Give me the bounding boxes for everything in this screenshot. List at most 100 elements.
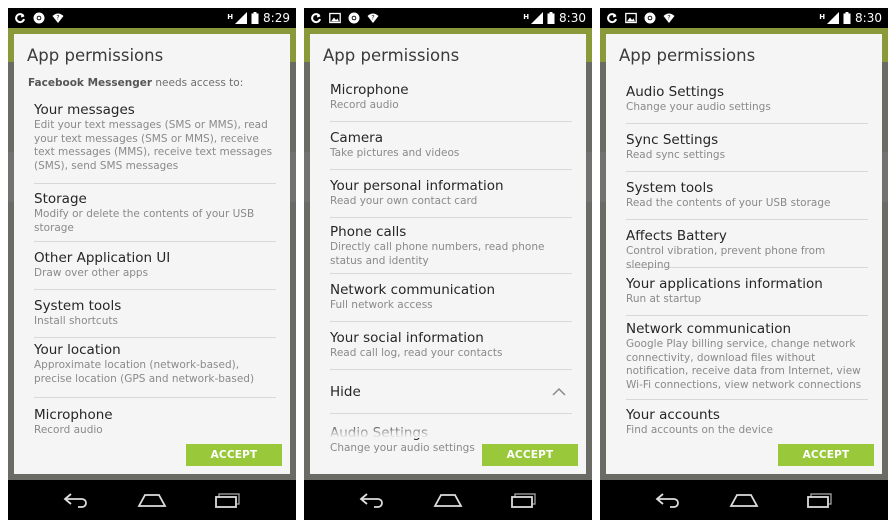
permission-item: System tools Install shortcuts — [34, 290, 276, 338]
permission-title: Audio Settings — [626, 84, 725, 100]
dialog-title: App permissions — [619, 46, 756, 65]
network-type: H — [819, 13, 826, 21]
accept-button[interactable]: ACCEPT — [186, 444, 282, 466]
permission-title: Your applications information — [626, 276, 823, 292]
home-icon[interactable] — [729, 490, 759, 510]
network-type: H — [523, 13, 530, 21]
clock: 8:30 — [559, 11, 586, 25]
permission-desc: Directly call phone numbers, read phone … — [330, 241, 545, 267]
phone-screen-2: ? H 8:30 App permissions Microphone Reco… — [304, 8, 592, 520]
permission-title: System tools — [626, 180, 714, 196]
needs-access-text: Facebook Messenger needs access to: — [28, 77, 243, 89]
status-bar: ? H 8:29 — [8, 8, 296, 28]
permission-desc: Read sync settings — [626, 149, 726, 161]
permission-item: Sync Settings Read sync settings — [626, 124, 868, 172]
chrome-icon — [33, 12, 45, 24]
clock: 8:29 — [263, 11, 290, 25]
app-name: Facebook Messenger — [28, 77, 153, 89]
permission-title: Your personal information — [330, 178, 504, 194]
permission-item: Storage Modify or delete the contents of… — [34, 184, 276, 242]
permission-title: Camera — [330, 130, 383, 146]
permission-desc: Install shortcuts — [34, 315, 118, 327]
permission-desc: Edit your text messages (SMS or MMS), re… — [34, 119, 273, 172]
back-icon[interactable] — [357, 490, 387, 510]
sync-icon — [311, 13, 321, 24]
permission-item: Microphone Record audio — [34, 398, 276, 442]
dialog-title: App permissions — [323, 46, 460, 65]
permission-desc: Read the contents of your USB storage — [626, 197, 831, 209]
permission-item: Your applications information Run at sta… — [626, 268, 868, 316]
permission-title: Your accounts — [626, 407, 720, 423]
permission-title: Your messages — [34, 102, 135, 118]
sync-icon — [607, 13, 617, 24]
permission-item: Phone calls Directly call phone numbers,… — [330, 218, 572, 274]
permission-desc: Read call log, read your contacts — [330, 347, 503, 359]
permission-item: Your personal information Read your own … — [330, 170, 572, 218]
permission-title: Storage — [34, 191, 87, 207]
permission-desc: Take pictures and videos — [330, 147, 460, 159]
svg-text:?: ? — [371, 15, 374, 22]
permission-list[interactable]: Audio Settings Change your audio setting… — [606, 76, 882, 444]
navigation-bar — [304, 480, 592, 520]
permissions-dialog: App permissions Facebook Messenger needs… — [14, 34, 290, 474]
permission-desc: Record audio — [330, 99, 399, 111]
permission-title: Sync Settings — [626, 132, 719, 148]
permission-item: Camera Take pictures and videos — [330, 122, 572, 170]
permission-list[interactable]: Your messages Edit your text messages (S… — [14, 100, 290, 442]
battery-icon — [843, 12, 851, 24]
permission-item: Audio Settings Change your audio setting… — [626, 76, 868, 124]
permission-desc: Record audio — [34, 424, 103, 436]
permission-desc: Approximate location (network-based), pr… — [34, 359, 255, 385]
permission-title: Microphone — [34, 407, 113, 423]
clock: 8:30 — [855, 11, 882, 25]
status-bar: ? H 8:30 — [304, 8, 592, 28]
permission-desc: Modify or delete the contents of your US… — [34, 208, 255, 234]
svg-text:?: ? — [667, 15, 670, 22]
accept-button[interactable]: ACCEPT — [482, 444, 578, 466]
needs-access-suffix: needs access to: — [152, 77, 244, 89]
permission-title: Your location — [34, 342, 121, 358]
sync-icon — [15, 13, 25, 24]
permission-item: Your social information Read call log, r… — [330, 322, 572, 370]
home-icon[interactable] — [137, 490, 167, 510]
chrome-icon — [348, 12, 360, 24]
battery-icon — [251, 12, 259, 24]
permission-title: Microphone — [330, 82, 409, 98]
hide-toggle[interactable]: Hide — [330, 370, 572, 414]
permission-desc: Change your audio settings — [626, 101, 771, 113]
recents-icon[interactable] — [805, 490, 835, 510]
permission-list[interactable]: Microphone Record audio Camera Take pict… — [310, 74, 586, 454]
permission-title: Network communication — [330, 282, 496, 298]
permission-desc: Google Play billing service, change netw… — [626, 338, 862, 391]
chevron-up-icon — [552, 387, 566, 396]
permission-title: System tools — [34, 298, 122, 314]
permission-title: Phone calls — [330, 224, 407, 240]
recents-icon[interactable] — [213, 490, 243, 510]
permission-title: Network communication — [626, 321, 792, 337]
battery-icon — [547, 12, 555, 24]
image-icon — [625, 12, 637, 24]
permission-desc: Find accounts on the device — [626, 424, 773, 436]
permission-item: Your messages Edit your text messages (S… — [34, 100, 276, 184]
signal-icon — [827, 12, 840, 24]
permission-desc: Full network access — [330, 299, 433, 311]
back-icon[interactable] — [653, 490, 683, 510]
permissions-dialog: App permissions Microphone Record audio … — [310, 34, 586, 474]
permissions-dialog: App permissions Audio Settings Change yo… — [606, 34, 882, 474]
image-icon — [329, 12, 341, 24]
recents-icon[interactable] — [509, 490, 539, 510]
home-icon[interactable] — [433, 490, 463, 510]
permission-desc: Draw over other apps — [34, 267, 149, 279]
permission-title: Your social information — [330, 330, 484, 346]
dialog-title: App permissions — [27, 46, 164, 65]
permission-item: Your location Approximate location (netw… — [34, 338, 276, 398]
back-icon[interactable] — [61, 490, 91, 510]
status-bar: ? H 8:30 — [600, 8, 888, 28]
permission-desc: Read your own contact card — [330, 195, 478, 207]
accept-button[interactable]: ACCEPT — [778, 444, 874, 466]
permission-item: Your accounts Find accounts on the devic… — [626, 400, 868, 444]
chrome-icon — [644, 12, 656, 24]
permission-desc: Run at startup — [626, 293, 702, 305]
wifi-icon: ? — [52, 13, 64, 23]
signal-icon — [531, 12, 544, 24]
